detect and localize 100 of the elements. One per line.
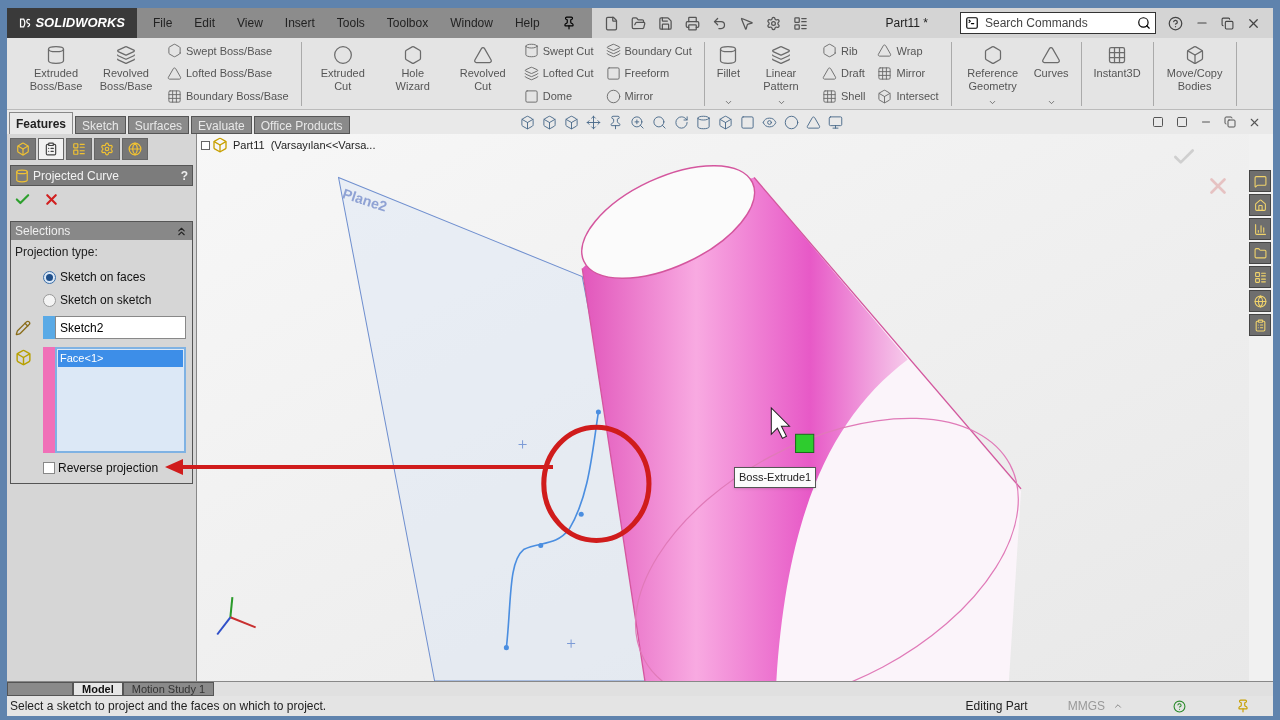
zoom-icon[interactable] xyxy=(629,114,645,130)
cube-icon[interactable] xyxy=(519,114,535,130)
menu-item[interactable]: Toolbox xyxy=(386,14,429,32)
logo-icon xyxy=(19,16,32,30)
manager-tab[interactable] xyxy=(38,138,64,160)
pin-icon[interactable] xyxy=(561,16,576,30)
globe-icon xyxy=(1253,294,1267,308)
help-icon[interactable] xyxy=(1173,699,1186,713)
cube-icon[interactable] xyxy=(717,114,733,130)
ribbon-label: Extruded Cut xyxy=(319,66,366,93)
task-pane-tab[interactable] xyxy=(1249,170,1271,192)
menu-item[interactable]: Edit xyxy=(194,14,216,32)
move-arrows-icon[interactable] xyxy=(585,114,601,130)
cylinder-icon xyxy=(523,43,539,59)
list-item[interactable]: Face<1> xyxy=(58,350,183,367)
expand-icon[interactable] xyxy=(201,140,210,150)
new-file-icon[interactable] xyxy=(603,15,619,31)
ribbon-button[interactable]: Linear Pattern xyxy=(748,40,814,107)
task-pane-tab[interactable] xyxy=(1249,290,1271,312)
ribbon-button[interactable]: Boundary Cut xyxy=(601,42,696,59)
printer-icon[interactable] xyxy=(684,15,700,31)
tree-item[interactable]: Part11 (Varsayılan<<Varsa... xyxy=(233,137,376,154)
ribbon-button[interactable]: Wrap xyxy=(873,42,943,59)
menu-item[interactable]: Insert xyxy=(284,14,315,32)
ribbon-button[interactable]: Shell xyxy=(818,88,870,105)
menu-item[interactable]: File xyxy=(153,14,173,32)
radio-label[interactable]: Sketch on faces xyxy=(60,268,146,286)
glasses-icon[interactable] xyxy=(761,114,777,130)
gear-icon[interactable] xyxy=(765,15,781,31)
task-pane-tab[interactable] xyxy=(1249,218,1271,240)
cube-icon[interactable] xyxy=(541,114,557,130)
ribbon-button[interactable]: Lofted Cut xyxy=(519,65,598,82)
ribbon-button[interactable]: Lofted Boss/Base xyxy=(163,65,293,82)
task-pane-tab[interactable] xyxy=(1249,242,1271,264)
task-pane-tab[interactable] xyxy=(1249,266,1271,288)
help-icon[interactable] xyxy=(1168,15,1183,31)
cone-icon[interactable] xyxy=(805,114,821,130)
ribbon-button[interactable]: Mirror xyxy=(873,65,943,82)
pointer-icon[interactable] xyxy=(738,15,754,31)
ribbon-button[interactable]: Mirror xyxy=(601,88,696,105)
home-icon xyxy=(1253,198,1267,212)
undo-icon[interactable] xyxy=(711,15,727,31)
ribbon-label: Curves xyxy=(1033,66,1069,80)
layers-icon xyxy=(605,43,621,59)
ribbon-button[interactable]: Extruded Boss/Base xyxy=(23,40,89,107)
ribbon-button[interactable]: Fillet xyxy=(712,40,744,107)
ribbon-button[interactable]: Extruded Cut xyxy=(309,40,376,107)
ribbon-button[interactable]: Intersect xyxy=(873,88,943,105)
ribbon-button[interactable]: Revolved Cut xyxy=(449,40,516,107)
sketch-field[interactable]: Sketch2 xyxy=(55,316,186,339)
cancel-icon[interactable] xyxy=(43,191,60,208)
menu-item[interactable]: View xyxy=(237,14,263,32)
handle-marker[interactable] xyxy=(795,433,815,453)
list-icon[interactable] xyxy=(792,15,808,31)
ribbon-button[interactable]: Dome xyxy=(519,88,598,105)
task-pane-tab[interactable] xyxy=(1249,194,1271,216)
monitor-icon[interactable] xyxy=(827,114,843,130)
ribbon-button[interactable]: Swept Cut xyxy=(519,42,598,59)
ribbon-button[interactable]: Swept Boss/Base xyxy=(163,42,293,59)
face-list[interactable]: Face<1> xyxy=(55,347,186,453)
task-pane-tab[interactable] xyxy=(1249,314,1271,336)
menu-item[interactable]: Tools xyxy=(336,14,365,32)
cube-icon[interactable] xyxy=(563,114,579,130)
open-folder-icon[interactable] xyxy=(630,15,646,31)
sphere-icon[interactable] xyxy=(783,114,799,130)
cylinder-icon[interactable] xyxy=(695,114,711,130)
ribbon-label: Reference Geometry xyxy=(966,66,1020,93)
ribbon-button[interactable]: Reference Geometry xyxy=(959,40,1026,107)
bottom-tab[interactable]: Motion Study 1 xyxy=(122,682,215,696)
menu-item[interactable]: Help xyxy=(514,14,540,32)
ribbon-button[interactable]: Revolved Boss/Base xyxy=(93,40,159,107)
cube-icon xyxy=(16,142,30,156)
ribbon-button[interactable]: Boundary Boss/Base xyxy=(163,88,293,105)
cylinder-icon xyxy=(46,44,66,65)
save-icon[interactable] xyxy=(657,15,673,31)
checkbox-option[interactable]: Reverse projection xyxy=(11,453,192,483)
ribbon-button[interactable]: Move/Copy Bodies xyxy=(1161,40,1228,107)
command-tab[interactable]: Features xyxy=(9,112,74,134)
ribbon-button[interactable]: Curves xyxy=(1029,40,1073,107)
menu-item[interactable]: Window xyxy=(450,14,493,32)
ribbon-button[interactable]: Freeform xyxy=(601,65,696,82)
square-icon[interactable] xyxy=(739,114,755,130)
tile-icon[interactable] xyxy=(1176,116,1188,128)
tile-icon[interactable] xyxy=(1152,116,1164,128)
ribbon-button[interactable]: Hole Wizard xyxy=(379,40,446,107)
radio-button[interactable] xyxy=(43,293,56,307)
radio-button[interactable] xyxy=(43,270,56,284)
radio-label[interactable]: Sketch on sketch xyxy=(60,291,152,309)
blank-tab[interactable] xyxy=(7,682,73,696)
bottom-tab[interactable]: Model xyxy=(73,682,123,696)
search-field[interactable]: Search Commands xyxy=(960,12,1156,34)
ribbon-button[interactable]: Rib xyxy=(818,42,870,59)
restore-icon[interactable] xyxy=(1224,116,1236,128)
ribbon-button[interactable]: Draft xyxy=(818,65,870,82)
rotate-icon[interactable] xyxy=(673,114,689,130)
help-button[interactable]: ? xyxy=(180,166,188,185)
ribbon-button[interactable]: Instant3D xyxy=(1089,40,1145,107)
search-icon[interactable] xyxy=(651,114,667,130)
pin-icon[interactable] xyxy=(607,114,623,130)
maximize-icon[interactable] xyxy=(1221,16,1234,30)
